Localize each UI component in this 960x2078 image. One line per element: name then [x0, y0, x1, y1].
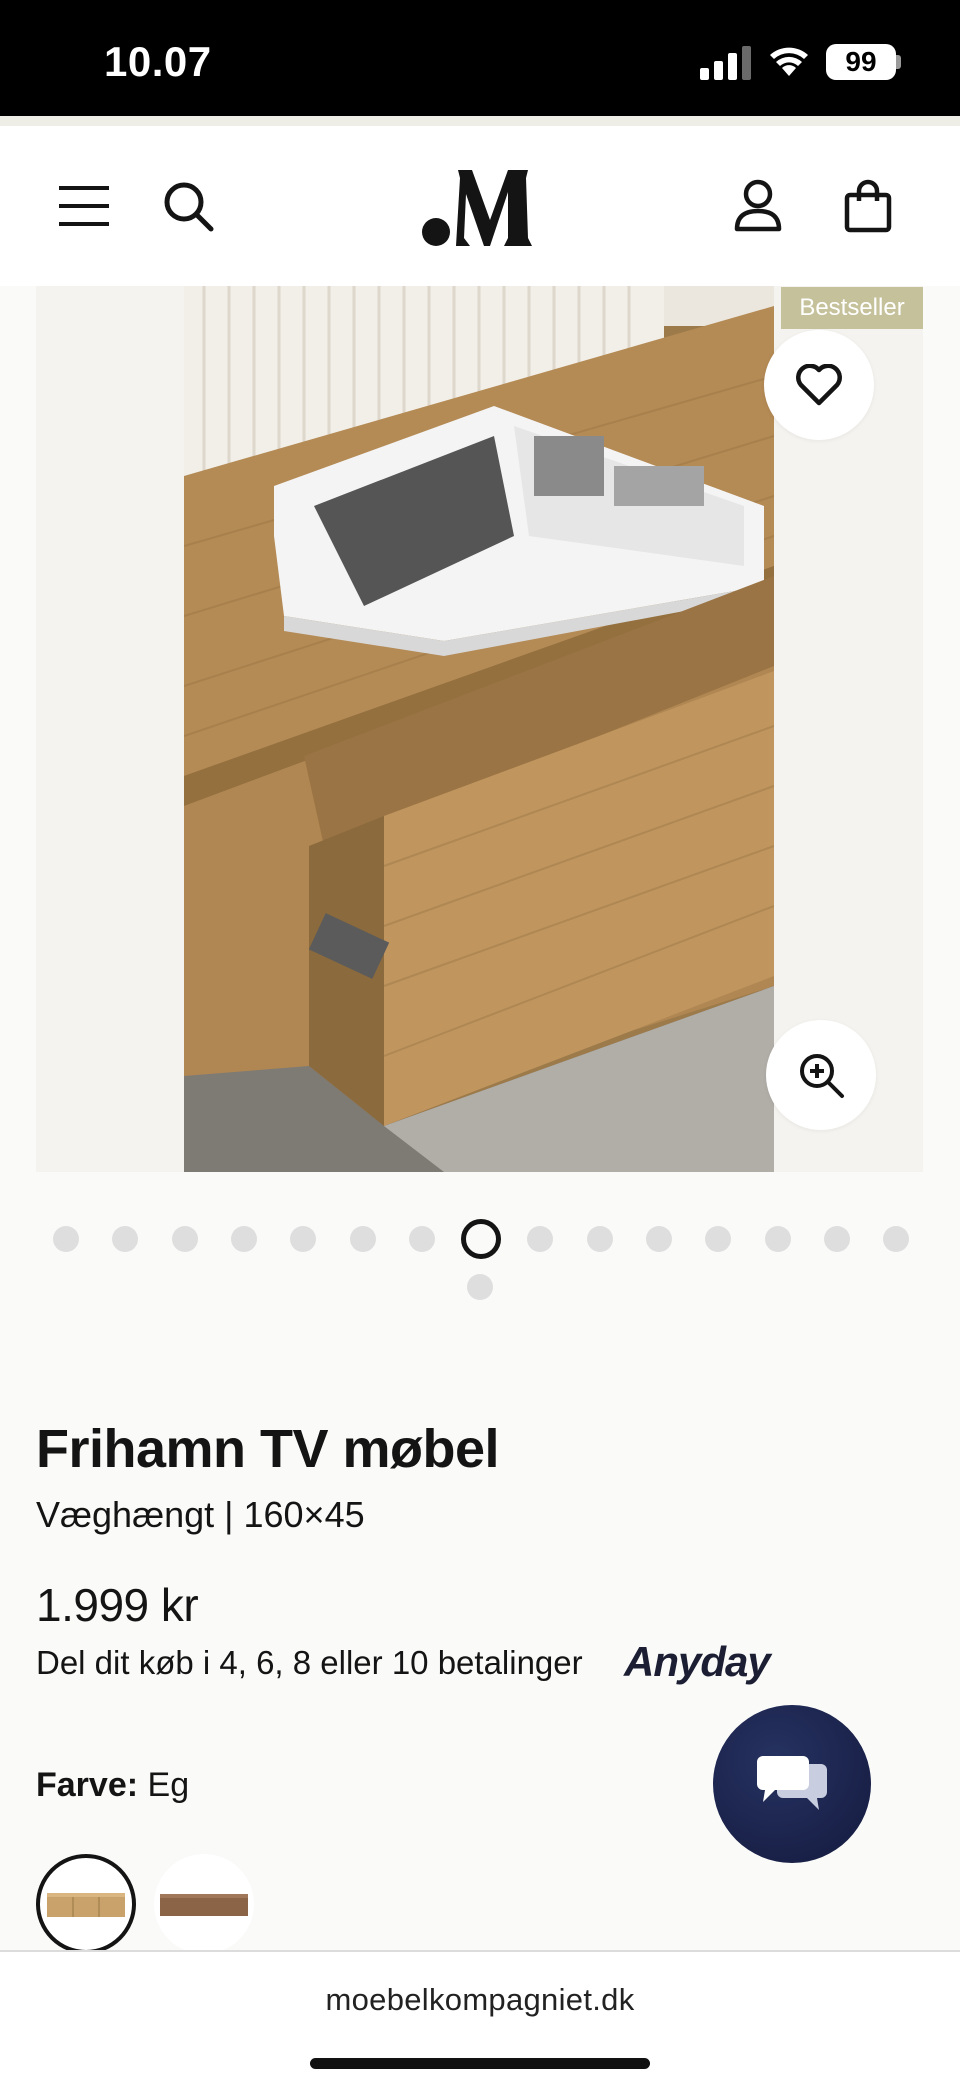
- menu-button[interactable]: [44, 166, 124, 246]
- color-swatch-walnut[interactable]: [154, 1854, 254, 1954]
- color-swatch-eg[interactable]: [36, 1854, 136, 1954]
- gallery-dot[interactable]: [883, 1226, 910, 1252]
- gallery-dot[interactable]: [290, 1226, 317, 1252]
- gallery-dot[interactable]: [53, 1226, 79, 1252]
- product-photo[interactable]: [184, 286, 774, 1172]
- gallery-dot[interactable]: [461, 1219, 502, 1259]
- color-value: Eg: [147, 1766, 190, 1804]
- cart-button[interactable]: [828, 166, 908, 246]
- hamburger-menu-icon: [59, 186, 109, 226]
- status-bar: 10.07 99: [0, 0, 960, 116]
- product-price: 1.999 kr: [36, 1579, 199, 1631]
- gallery-dot[interactable]: [646, 1226, 672, 1252]
- zoom-in-icon: [800, 1054, 844, 1098]
- gallery-dot[interactable]: [408, 1226, 435, 1252]
- signal-icon: [700, 46, 751, 80]
- zoom-button[interactable]: [766, 1020, 876, 1130]
- chat-bubbles-icon: [757, 1756, 827, 1810]
- gallery-dot[interactable]: [823, 1226, 850, 1252]
- site-header: [0, 126, 960, 286]
- installments-text: Del dit køb i 4, 6, 8 eller 10 betalinge…: [36, 1644, 583, 1681]
- gallery-dot[interactable]: [586, 1226, 613, 1252]
- oak-tv-unit-thumbnail: [47, 1893, 125, 1917]
- anyday-logo[interactable]: Anyday: [624, 1638, 771, 1686]
- color-label-key: Farve:: [36, 1766, 139, 1804]
- favorite-button[interactable]: [764, 330, 874, 440]
- user-icon: [734, 179, 782, 232]
- battery-indicator: 99: [826, 44, 896, 80]
- chat-button[interactable]: [713, 1705, 871, 1863]
- heart-icon: [796, 364, 842, 406]
- header-divider: [0, 116, 960, 126]
- gallery-dot[interactable]: [705, 1226, 732, 1252]
- url-label[interactable]: moebelkompagniet.dk: [0, 1982, 960, 2018]
- product-subtitle: Væghængt | 160×45: [36, 1494, 365, 1535]
- monogram-logo[interactable]: [420, 162, 540, 252]
- home-indicator[interactable]: [310, 2058, 650, 2069]
- product-title: Frihamn TV møbel: [36, 1419, 500, 1479]
- wifi-icon: [770, 47, 808, 76]
- gallery-dot[interactable]: [764, 1226, 791, 1252]
- search-icon: [164, 182, 214, 232]
- gallery-dot[interactable]: [527, 1226, 554, 1252]
- status-time: 10.07: [104, 38, 212, 85]
- gallery-dot[interactable]: [230, 1226, 257, 1252]
- account-button[interactable]: [718, 166, 798, 246]
- gallery-dot[interactable]: [112, 1226, 139, 1252]
- color-label: Farve: Eg: [36, 1766, 189, 1805]
- search-button[interactable]: [148, 166, 228, 246]
- walnut-tv-unit-thumbnail: [160, 1894, 248, 1916]
- gallery-dot[interactable]: [467, 1274, 493, 1300]
- browser-bar: moebelkompagniet.dk: [0, 1950, 960, 2078]
- gallery-dot[interactable]: [171, 1226, 198, 1252]
- product-page: 10.07 99 Bestseller Frihamn TV møbel Væg…: [0, 0, 960, 2078]
- shopping-bag-icon: [844, 179, 892, 233]
- battery-nub: [896, 55, 901, 69]
- gallery-dot[interactable]: [349, 1226, 376, 1252]
- bestseller-badge: Bestseller: [781, 287, 923, 329]
